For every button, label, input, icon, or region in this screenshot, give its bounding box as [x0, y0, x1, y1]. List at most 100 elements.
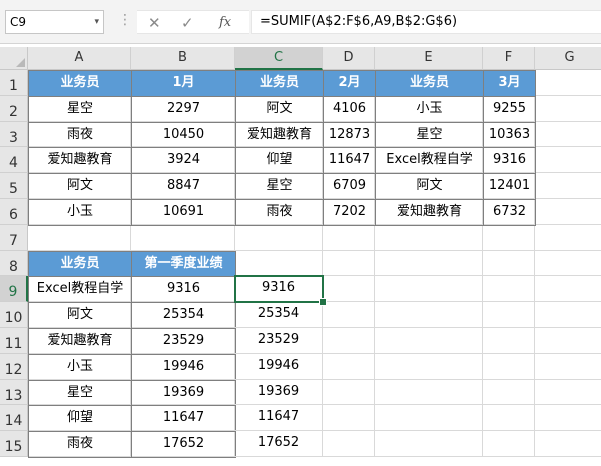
result-cell[interactable]: 23529 [235, 328, 323, 354]
cell-empty[interactable] [483, 353, 535, 380]
result-cell[interactable]: 9316 [235, 276, 323, 303]
cell-empty[interactable] [535, 302, 601, 328]
row-header-8[interactable]: 8 [0, 250, 28, 277]
row-header-5[interactable]: 5 [0, 173, 28, 199]
cell-empty[interactable] [535, 405, 601, 432]
table1-cell[interactable]: 星空 [235, 173, 324, 200]
table1-cell[interactable]: 6709 [323, 173, 376, 200]
table1-cell[interactable]: 11647 [323, 147, 376, 175]
table1-header-cell[interactable]: 业务员 [235, 70, 324, 97]
table1-cell[interactable]: 8847 [131, 173, 236, 200]
fill-handle[interactable] [319, 298, 327, 307]
table1-cell[interactable]: 仰望 [235, 147, 324, 175]
select-all-corner[interactable] [0, 47, 28, 70]
row-header-10[interactable]: 10 [0, 302, 28, 328]
cell-empty[interactable] [535, 251, 601, 277]
cell-empty[interactable] [323, 302, 375, 328]
cell-empty[interactable] [323, 353, 375, 380]
row-header-13[interactable]: 13 [0, 379, 28, 406]
cell-empty[interactable] [483, 302, 535, 328]
table2-cell[interactable]: 仰望 [28, 405, 132, 433]
result-cell[interactable]: 11647 [235, 405, 323, 432]
table1-cell[interactable]: 2297 [131, 95, 236, 123]
cell-empty[interactable] [375, 302, 483, 328]
cell-empty[interactable] [535, 96, 601, 122]
table1-cell[interactable]: 4106 [323, 95, 376, 123]
cell-empty[interactable] [323, 224, 375, 251]
table2-cell[interactable]: 爱知趣教育 [28, 328, 132, 355]
row-header-9[interactable]: 9 [0, 276, 28, 303]
table1-cell[interactable]: 7202 [323, 199, 376, 226]
cell-empty[interactable] [535, 122, 601, 148]
table2-header-cell[interactable]: 业务员 [28, 250, 132, 278]
table2-cell[interactable]: 小玉 [28, 353, 132, 381]
table1-cell[interactable]: Excel教程自学 [375, 147, 484, 175]
table2-cell[interactable]: 25354 [131, 302, 236, 329]
cell-empty[interactable] [375, 328, 483, 354]
cell-empty[interactable] [535, 328, 601, 354]
row-header-12[interactable]: 12 [0, 353, 28, 380]
table1-header-cell[interactable]: 业务员 [375, 70, 484, 97]
cell-empty[interactable] [323, 276, 375, 303]
insert-function-icon[interactable]: fx [219, 13, 231, 33]
cell-empty[interactable] [375, 250, 483, 277]
row-header-1[interactable]: 1 [0, 70, 28, 96]
cell-empty[interactable] [535, 147, 601, 174]
row-header-6[interactable]: 6 [0, 199, 28, 225]
cell-empty[interactable] [323, 328, 375, 354]
cell-empty[interactable] [323, 250, 375, 277]
table2-cell[interactable]: 9316 [131, 276, 236, 304]
table1-cell[interactable]: 10450 [131, 121, 236, 149]
cell-empty[interactable] [483, 328, 535, 354]
cell-empty[interactable] [375, 379, 483, 406]
table1-header-cell[interactable]: 业务员 [28, 70, 132, 97]
column-header-a[interactable]: A [28, 47, 131, 70]
cell-empty[interactable] [483, 224, 535, 251]
table1-cell[interactable]: 9316 [483, 147, 536, 175]
cell-empty[interactable] [535, 173, 601, 199]
column-header-f[interactable]: F [483, 47, 535, 70]
column-header-e[interactable]: E [375, 47, 483, 70]
column-header-d[interactable]: D [323, 47, 375, 70]
table1-cell[interactable]: 小玉 [28, 199, 132, 226]
cell-empty[interactable] [535, 70, 601, 96]
result-cell[interactable]: 17652 [235, 431, 323, 457]
table2-cell[interactable]: 17652 [131, 431, 236, 458]
cell-empty[interactable] [535, 199, 601, 225]
cell-empty[interactable] [375, 405, 483, 432]
cell-empty[interactable] [375, 224, 483, 251]
table2-cell[interactable]: 11647 [131, 405, 236, 433]
cell-empty[interactable] [535, 380, 601, 406]
cell-empty[interactable] [131, 224, 235, 251]
row-header-11[interactable]: 11 [0, 328, 28, 354]
table1-cell[interactable]: 星空 [375, 121, 484, 149]
cell-empty[interactable] [535, 431, 601, 457]
table1-cell[interactable]: 6732 [483, 199, 536, 226]
row-header-3[interactable]: 3 [0, 121, 28, 148]
table1-cell[interactable]: 12873 [323, 121, 376, 149]
table1-header-cell[interactable]: 3月 [483, 70, 536, 97]
cell-empty[interactable] [375, 353, 483, 380]
cell-empty[interactable] [235, 224, 323, 251]
cell-empty[interactable] [535, 276, 601, 303]
cell-empty[interactable] [323, 405, 375, 432]
table1-cell[interactable]: 10691 [131, 199, 236, 226]
table1-header-cell[interactable]: 1月 [131, 70, 236, 97]
row-header-14[interactable]: 14 [0, 405, 28, 432]
cancel-icon[interactable]: ✕ [148, 13, 161, 33]
name-box-dropdown-icon[interactable]: ▾ [94, 11, 99, 33]
cell-empty[interactable] [235, 250, 323, 277]
cell-empty[interactable] [483, 431, 535, 457]
cell-empty[interactable] [28, 224, 131, 251]
table1-cell[interactable]: 爱知趣教育 [375, 199, 484, 226]
enter-icon[interactable]: ✓ [181, 13, 194, 33]
cell-empty[interactable] [483, 250, 535, 277]
row-header-4[interactable]: 4 [0, 147, 28, 174]
cell-empty[interactable] [483, 405, 535, 432]
cell-empty[interactable] [483, 379, 535, 406]
table1-cell[interactable]: 3924 [131, 147, 236, 175]
table1-header-cell[interactable]: 2月 [323, 70, 376, 97]
table2-header-cell[interactable]: 第一季度业绩 [131, 250, 236, 278]
result-cell[interactable]: 19946 [235, 353, 323, 380]
cell-empty[interactable] [323, 379, 375, 406]
